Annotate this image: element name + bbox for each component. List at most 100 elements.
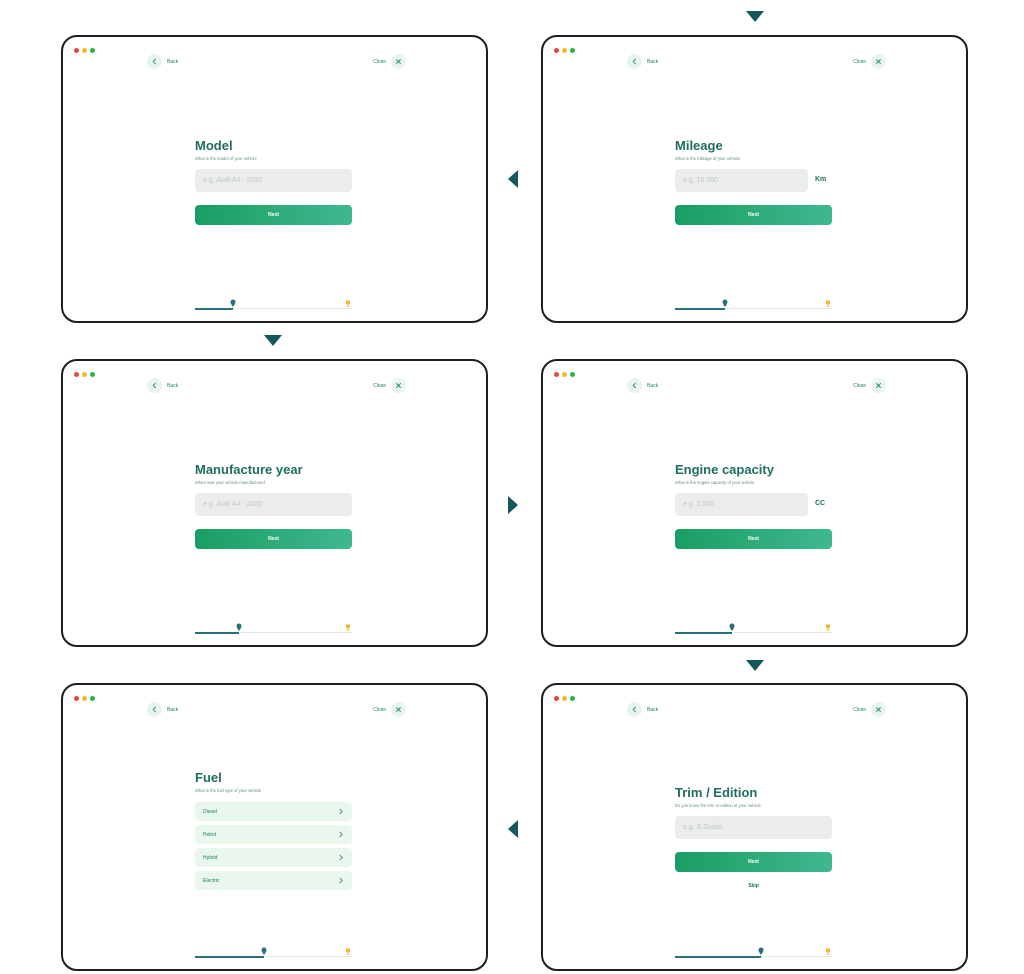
close-button[interactable]: Close [373,702,406,717]
input-placeholder: e.g. Audi A4 - 2020 [203,177,263,184]
page-title: Fuel [195,770,222,785]
next-button[interactable]: Next [675,852,832,872]
close-button[interactable]: Close [853,702,886,717]
trophy-icon [346,948,350,955]
location-pin-icon [729,623,735,631]
progress-fill [195,955,265,958]
fuel-option-petrol[interactable]: Petrol [195,825,352,844]
fuel-options-list: Diesel Petrol Hybrid Electric [195,802,352,890]
window-controls [554,48,575,53]
fuel-option-hybrid[interactable]: Hybrid [195,848,352,867]
chevron-left-icon [627,54,642,69]
model-input[interactable]: e.g. Audi A4 - 2020 [195,169,352,192]
close-window-dot[interactable] [554,696,559,701]
fuel-option-diesel[interactable]: Diesel [195,802,352,821]
trophy-icon [826,300,830,307]
close-window-dot[interactable] [74,372,79,377]
maximize-window-dot[interactable] [90,372,95,377]
minimize-window-dot[interactable] [82,696,87,701]
page-subtitle: Do you know the trim or edition of your … [675,803,761,808]
option-label: Diesel [203,808,217,815]
close-button[interactable]: Close [373,378,406,393]
page-subtitle: What is the fuel type of your vehicle [195,788,262,793]
option-label: Electric [203,877,220,884]
trim-edition-input[interactable]: e.g. S Grade [675,816,832,839]
window-controls [74,696,95,701]
back-button[interactable]: Back [627,702,658,717]
back-button[interactable]: Back [147,702,178,717]
minimize-window-dot[interactable] [562,696,567,701]
unit-label: Km [815,176,827,183]
close-window-dot[interactable] [554,372,559,377]
form-content: Trim / Edition Do you know the trim or e… [675,786,832,889]
maximize-window-dot[interactable] [570,372,575,377]
form-content: Manufacture year When was your vehicle m… [195,463,352,549]
window-controls [554,372,575,377]
chevron-right-icon [339,808,343,815]
maximize-window-dot[interactable] [570,696,575,701]
trophy-icon [826,624,830,631]
window-controls [74,48,95,53]
chevron-right-icon [339,854,343,861]
close-label: Close [853,382,866,389]
next-button[interactable]: Next [675,205,832,225]
back-button[interactable]: Back [147,378,178,393]
option-label: Hybrid [203,854,218,861]
chevron-left-icon [627,702,642,717]
minimize-window-dot[interactable] [82,372,87,377]
back-label: Back [167,382,179,389]
chevron-left-icon [627,378,642,393]
back-label: Back [647,706,659,713]
location-pin-icon [261,947,267,955]
next-button[interactable]: Next [195,205,352,225]
minimize-window-dot[interactable] [562,372,567,377]
back-label: Back [647,58,659,65]
close-icon [871,702,886,717]
maximize-window-dot[interactable] [90,48,95,53]
close-button[interactable]: Close [373,54,406,69]
engine-capacity-input[interactable]: e.g. 2,000 CC [675,493,825,516]
close-window-dot[interactable] [74,696,79,701]
progress-fill [195,631,239,634]
form-content: Model What is the model of your vehicle … [195,139,352,225]
next-button[interactable]: Next [195,529,352,549]
back-button[interactable]: Back [147,54,178,69]
location-pin-icon [722,299,728,307]
maximize-window-dot[interactable] [570,48,575,53]
back-label: Back [167,58,179,65]
close-icon [391,702,406,717]
progress-fill [675,955,762,958]
input-placeholder: e.g. 10,000 [683,177,719,184]
next-button[interactable]: Next [675,529,832,549]
progress-fill [195,307,233,310]
progress-bar [675,947,832,959]
mileage-input[interactable]: e.g. 10,000 Km [675,169,826,192]
close-label: Close [853,58,866,65]
chevron-right-icon [339,831,343,838]
window-controls [554,696,575,701]
close-icon [871,54,886,69]
screen-trim-edition: Back Close Trim / Edition Do you know th… [541,683,968,971]
progress-bar [195,299,352,311]
skip-button[interactable]: Skip [675,883,832,889]
back-button[interactable]: Back [627,54,658,69]
chevron-left-icon [147,378,162,393]
minimize-window-dot[interactable] [82,48,87,53]
chevron-left-icon [147,54,162,69]
back-button[interactable]: Back [627,378,658,393]
close-button[interactable]: Close [853,54,886,69]
fuel-option-electric[interactable]: Electric [195,871,352,890]
close-window-dot[interactable] [74,48,79,53]
location-pin-icon [758,947,764,955]
page-title: Model [195,138,233,153]
close-icon [871,378,886,393]
close-window-dot[interactable] [554,48,559,53]
close-icon [391,54,406,69]
input-placeholder: e.g. Audi A4 - 2020 [203,501,263,508]
progress-bar [195,947,352,959]
minimize-window-dot[interactable] [562,48,567,53]
manufacture-year-input[interactable]: e.g. Audi A4 - 2020 [195,493,352,516]
maximize-window-dot[interactable] [90,696,95,701]
close-button[interactable]: Close [853,378,886,393]
form-content: Fuel What is the fuel type of your vehic… [195,771,352,890]
